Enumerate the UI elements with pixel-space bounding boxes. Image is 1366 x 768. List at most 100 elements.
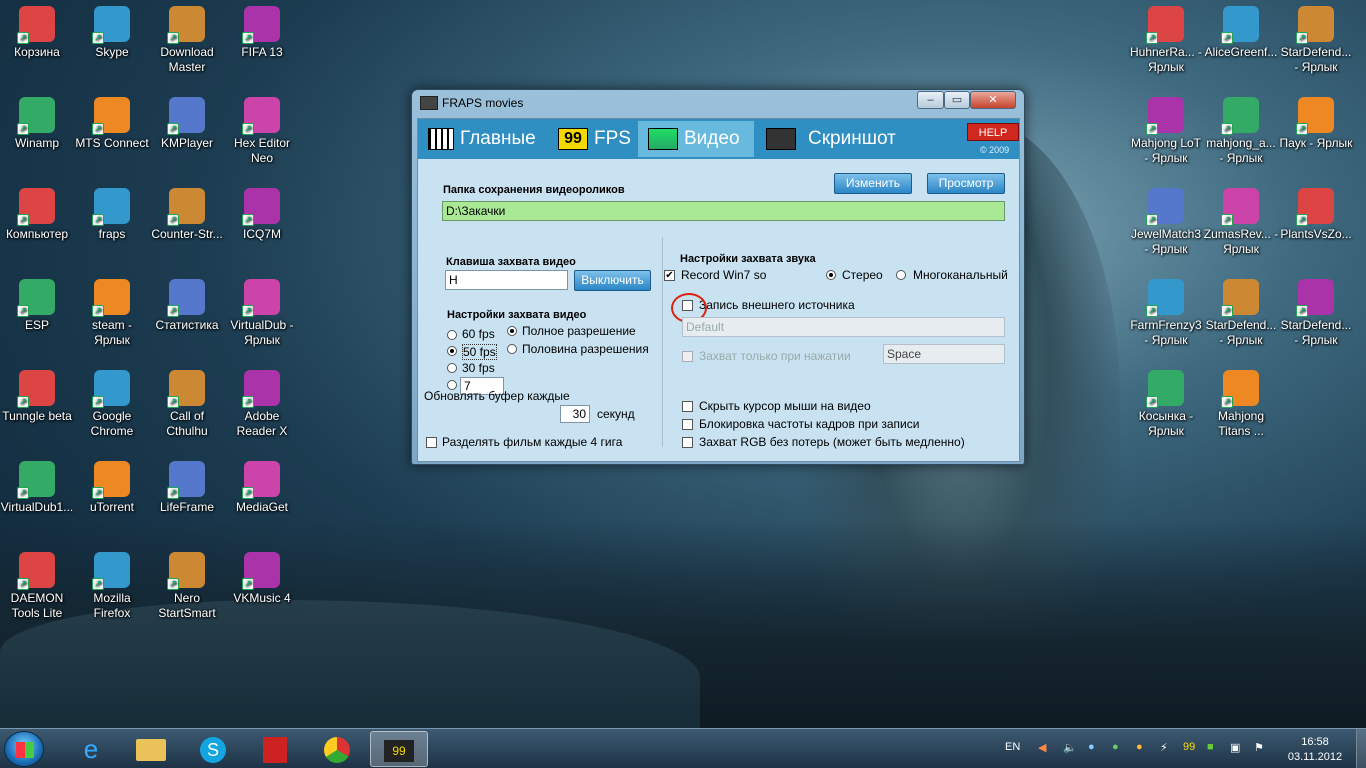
taskbar-fraps-icon[interactable]: 99 (370, 731, 428, 767)
desktop-icon-label: ZumasRev... - Ярлык (1203, 227, 1279, 256)
tab-general[interactable]: Главные (418, 121, 546, 157)
desktop-icon-label: MTS Connect (75, 136, 149, 150)
fps-60-label: 60 fps (462, 327, 495, 341)
lock-framerate-checkbox[interactable] (682, 419, 693, 430)
desktop-icon-label: VKMusic 4 (233, 591, 291, 605)
fps-50-radio[interactable] (447, 346, 457, 356)
tray-fraps-icon[interactable]: 99 (1183, 741, 1195, 753)
right-desktop-icon-2[interactable]: ↗ StarDefend... - Ярлык (1278, 6, 1354, 75)
right-desktop-icon-4[interactable]: ↗ mahjong_a... - Ярлык (1203, 97, 1279, 166)
rgb-lossless-checkbox[interactable] (682, 437, 693, 448)
right-desktop-icon-12[interactable]: ↗ Косынка - Ярлык (1128, 370, 1204, 439)
left-desktop-icon-22[interactable]: ↗ LifeFrame (149, 461, 225, 515)
show-desktop-button[interactable] (1356, 729, 1366, 768)
taskbar-ie-icon[interactable]: e (62, 731, 120, 767)
left-desktop-icon-1[interactable]: ↗ Skype (74, 6, 150, 60)
right-desktop-icon-13[interactable]: ↗ Mahjong Titans ... (1203, 370, 1279, 439)
tray-nvidia-icon[interactable]: ■ (1207, 741, 1214, 753)
right-desktop-icon-10[interactable]: ↗ StarDefend... - Ярлык (1203, 279, 1279, 348)
left-desktop-icon-11[interactable]: ↗ ICQ7M (224, 188, 300, 242)
change-folder-button[interactable]: Изменить (834, 173, 912, 194)
language-indicator[interactable]: EN (1005, 741, 1020, 753)
half-resolution-radio[interactable] (507, 344, 517, 354)
right-desktop-icon-1[interactable]: ↗ AliceGreenf... (1203, 6, 1279, 60)
close-button[interactable]: ✕ (970, 91, 1016, 109)
left-desktop-icon-4[interactable]: ↗ Winamp (0, 97, 75, 151)
push-to-talk-key-field[interactable]: Space (883, 344, 1005, 364)
full-resolution-radio[interactable] (507, 326, 517, 336)
right-desktop-icon-8[interactable]: ↗ PlantsVsZo... (1278, 188, 1354, 242)
tray-audio-warning-icon[interactable]: ◀ (1038, 741, 1046, 754)
split-movie-checkbox[interactable] (426, 437, 437, 448)
browse-folder-button[interactable]: Просмотр (927, 173, 1005, 194)
desktop-icon-label: ESP (24, 318, 49, 332)
right-desktop-icon-11[interactable]: ↗ StarDefend... - Ярлык (1278, 279, 1354, 348)
start-button[interactable] (4, 731, 44, 767)
left-desktop-icon-14[interactable]: ↗ Статистика (149, 279, 225, 333)
help-button[interactable]: HELP (967, 123, 1019, 141)
film-icon (648, 127, 678, 150)
left-desktop-icon-9[interactable]: ↗ fraps (74, 188, 150, 242)
left-desktop-icon-8[interactable]: ↗ Компьютер (0, 188, 75, 242)
tab-video[interactable]: Видео (638, 121, 754, 157)
fps-60-radio[interactable] (447, 330, 457, 340)
left-desktop-icon-27[interactable]: ↗ VKMusic 4 (224, 552, 300, 606)
fps-30-radio[interactable] (447, 363, 457, 373)
fps-30-label: 30 fps (462, 361, 495, 375)
taskbar-chrome-icon[interactable] (308, 731, 366, 767)
minimize-button[interactable]: – (917, 91, 944, 109)
save-folder-field[interactable]: D:\Закачки (442, 201, 1005, 221)
right-desktop-icon-6[interactable]: ↗ JewelMatch3 - Ярлык (1128, 188, 1204, 257)
tab-screenshot[interactable]: Скриншот (756, 121, 916, 157)
push-to-talk-checkbox[interactable] (682, 351, 693, 362)
left-desktop-icon-15[interactable]: ↗ VirtualDub - Ярлык (224, 279, 300, 348)
stereo-radio[interactable] (826, 270, 836, 280)
taskbar-explorer-icon[interactable] (122, 731, 180, 767)
tray-network-icon[interactable]: ● (1088, 741, 1095, 753)
multichannel-radio[interactable] (896, 270, 906, 280)
left-desktop-icon-26[interactable]: ↗ Nero StartSmart (149, 552, 225, 621)
left-desktop-icon-3[interactable]: ↗ FIFA 13 (224, 6, 300, 60)
left-desktop-icon-24[interactable]: ↗ DAEMON Tools Lite (0, 552, 75, 621)
audio-device-field[interactable]: Default (682, 317, 1005, 337)
right-desktop-icon-3[interactable]: ↗ Mahjong LoT - Ярлык (1128, 97, 1204, 166)
system-clock[interactable]: 16:58 03.11.2012 (1280, 735, 1350, 765)
right-desktop-icon-7[interactable]: ↗ ZumasRev... - Ярлык (1203, 188, 1279, 257)
left-desktop-icon-19[interactable]: ↗ Adobe Reader X (224, 370, 300, 439)
left-desktop-icon-7[interactable]: ↗ Hex Editor Neo (224, 97, 300, 166)
taskbar-counter-strike-icon[interactable] (246, 731, 304, 767)
buffer-seconds-field[interactable]: 30 (560, 405, 590, 423)
hotkey-field[interactable]: H (445, 270, 568, 290)
left-desktop-icon-6[interactable]: ↗ KMPlayer (149, 97, 225, 151)
left-desktop-icon-23[interactable]: ↗ MediaGet (224, 461, 300, 515)
right-desktop-icon-5[interactable]: ↗ Паук - Ярлык (1278, 97, 1354, 151)
tray-download-icon[interactable]: ● (1136, 741, 1143, 753)
left-desktop-icon-20[interactable]: ↗ VirtualDub1... (0, 461, 75, 515)
left-desktop-icon-10[interactable]: ↗ Counter-Str... (149, 188, 225, 242)
right-desktop-icon-0[interactable]: ↗ HuhnerRa... - Ярлык (1128, 6, 1204, 75)
tab-fps[interactable]: 99 FPS (548, 121, 636, 157)
left-desktop-icon-17[interactable]: ↗ Google Chrome (74, 370, 150, 439)
left-desktop-icon-12[interactable]: ↗ ESP (0, 279, 75, 333)
tray-usb-icon[interactable]: ⚡ (1160, 741, 1168, 754)
left-desktop-icon-25[interactable]: ↗ Mozilla Firefox (74, 552, 150, 621)
record-win7-checkbox[interactable]: ✔ (664, 270, 675, 281)
disable-hotkey-button[interactable]: Выключить (574, 270, 651, 291)
left-desktop-icon-16[interactable]: ↗ Tunngle beta (0, 370, 75, 424)
left-desktop-icon-2[interactable]: ↗ Download Master (149, 6, 225, 75)
title-bar[interactable]: FRAPS movies – ▭ ✕ (412, 90, 1024, 116)
taskbar-skype-icon[interactable]: S (184, 731, 242, 767)
tray-flag-icon[interactable]: ⚑ (1254, 741, 1264, 754)
hide-cursor-checkbox[interactable] (682, 401, 693, 412)
left-desktop-icon-0[interactable]: ↗ Корзина (0, 6, 75, 60)
tray-utorrent-icon[interactable]: ● (1112, 741, 1119, 753)
left-desktop-icon-13[interactable]: ↗ steam - Ярлык (74, 279, 150, 348)
right-desktop-icon-9[interactable]: ↗ FarmFrenzy3 - Ярлык (1128, 279, 1204, 348)
shortcut-arrow-icon: ↗ (242, 487, 254, 499)
left-desktop-icon-5[interactable]: ↗ MTS Connect (74, 97, 150, 151)
left-desktop-icon-18[interactable]: ↗ Call of Cthulhu (149, 370, 225, 439)
tray-monitor-icon[interactable]: ▣ (1230, 741, 1240, 754)
maximize-button[interactable]: ▭ (944, 91, 970, 109)
left-desktop-icon-21[interactable]: ↗ uTorrent (74, 461, 150, 515)
tray-volume-icon[interactable]: 🔈 (1063, 741, 1077, 754)
